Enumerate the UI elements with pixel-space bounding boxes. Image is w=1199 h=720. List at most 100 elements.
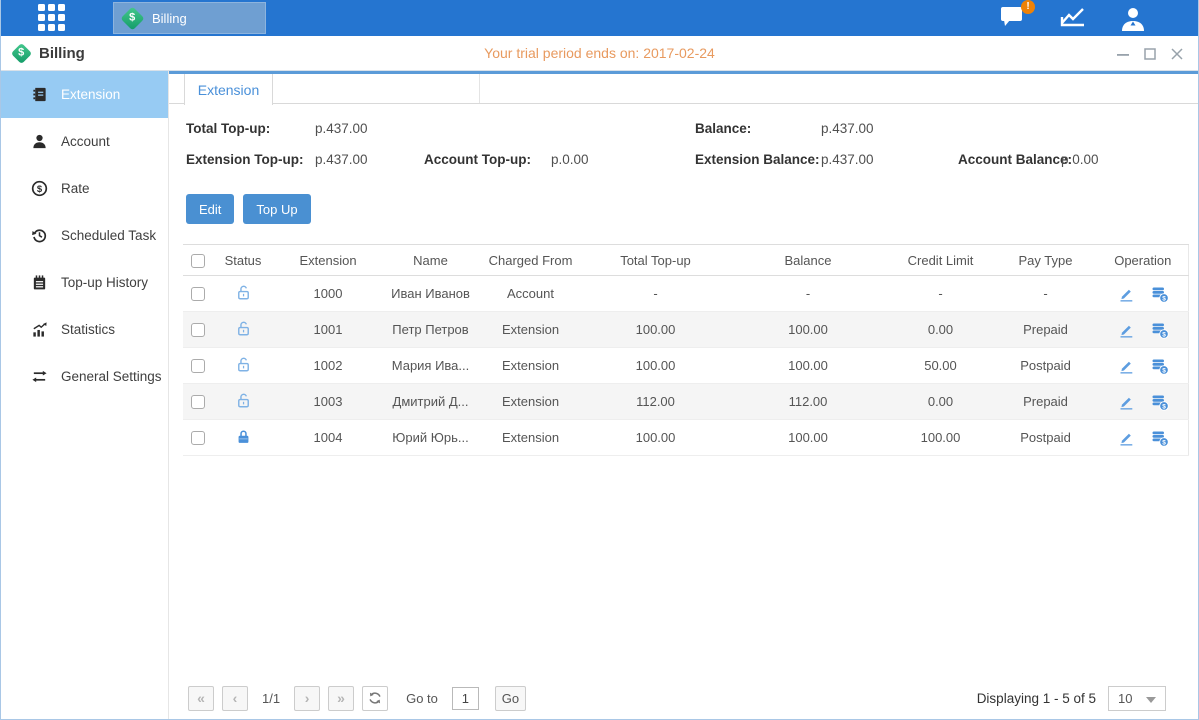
sidebar-label: Extension — [61, 87, 120, 102]
col-extension: Extension — [273, 245, 383, 276]
total-topup-cell: 100.00 — [583, 420, 728, 456]
row-checkbox[interactable] — [191, 323, 205, 337]
unlocked-icon — [235, 392, 252, 409]
sidebar-item-account[interactable]: Account — [1, 118, 168, 165]
edit-row-icon[interactable] — [1117, 429, 1135, 447]
first-page-button[interactable]: « — [188, 686, 214, 711]
edit-row-icon[interactable] — [1117, 357, 1135, 375]
balance-value: p.437.00 — [821, 121, 874, 136]
messages-icon[interactable]: ! — [1000, 5, 1028, 31]
top-up-row-icon[interactable]: $ — [1151, 357, 1169, 375]
credit-limit-cell: 50.00 — [888, 348, 993, 384]
table-row: 1003Дмитрий Д...Extension112.00112.000.0… — [183, 384, 1188, 420]
extension-balance-label: Extension Balance: — [695, 152, 820, 167]
rate-dollar-icon: $ — [31, 180, 48, 197]
statistics-chart-icon — [31, 321, 48, 338]
sidebar-item-scheduled-task[interactable]: Scheduled Task — [1, 212, 168, 259]
name-cell: Петр Петров — [383, 312, 478, 348]
svg-text:$: $ — [1162, 295, 1166, 302]
top-up-row-icon[interactable]: $ — [1151, 285, 1169, 303]
total-topup-cell: 100.00 — [583, 348, 728, 384]
sidebar-item-topup-history[interactable]: Top-up History — [1, 259, 168, 306]
extension-cell: 1003 — [273, 384, 383, 420]
table-header-row: Status Extension Name Charged From Total… — [183, 245, 1188, 276]
table-row: 1000Иван ИвановAccount----$ — [183, 276, 1188, 312]
resource-monitor-icon[interactable] — [1059, 5, 1087, 31]
scheduled-task-clock-icon — [31, 227, 48, 244]
charged-from-cell: Extension — [478, 348, 583, 384]
sidebar-item-statistics[interactable]: Statistics — [1, 306, 168, 353]
extension-balance-value: p.437.00 — [821, 152, 874, 167]
edit-row-icon[interactable] — [1117, 321, 1135, 339]
pagination-bar: « ‹ 1/1 › » Go to Go Displayi — [188, 685, 1166, 711]
credit-limit-cell: 0.00 — [888, 312, 993, 348]
maximize-icon[interactable] — [1143, 47, 1157, 61]
pay-type-cell: - — [993, 276, 1098, 312]
top-up-row-icon[interactable]: $ — [1151, 429, 1169, 447]
locked-icon — [235, 428, 252, 445]
pay-type-cell: Postpaid — [993, 348, 1098, 384]
sidebar-label: Scheduled Task — [61, 228, 156, 243]
refresh-button[interactable] — [362, 686, 388, 711]
edit-row-icon[interactable] — [1117, 285, 1135, 303]
tab-extension[interactable]: Extension — [184, 74, 273, 105]
sidebar-item-extension[interactable]: Extension — [1, 71, 168, 118]
go-button[interactable]: Go — [495, 686, 526, 711]
account-topup-value: p.0.00 — [551, 152, 589, 167]
total-topup-cell: - — [583, 276, 728, 312]
status-cell — [213, 348, 273, 384]
credit-limit-cell: - — [888, 276, 993, 312]
top-up-row-icon[interactable]: $ — [1151, 393, 1169, 411]
pay-type-cell: Prepaid — [993, 312, 1098, 348]
sidebar-label: Rate — [61, 181, 90, 196]
billing-summary: Total Top-up: p.437.00 Balance: p.437.00… — [169, 121, 1198, 168]
svg-text:$: $ — [37, 184, 43, 195]
credit-limit-cell: 100.00 — [888, 420, 993, 456]
sidebar-item-general-settings[interactable]: General Settings — [1, 353, 168, 400]
select-all-checkbox[interactable] — [191, 254, 205, 268]
unlocked-icon — [235, 356, 252, 373]
operation-cell: $ — [1098, 420, 1188, 455]
app-menu-icon[interactable] — [38, 4, 68, 32]
main-panel: Extension Total Top-up: p.437.00 Balance… — [169, 71, 1198, 719]
operation-cell: $ — [1098, 384, 1188, 419]
displaying-text: Displaying 1 - 5 of 5 — [977, 691, 1096, 706]
row-checkbox[interactable] — [191, 359, 205, 373]
prev-page-button[interactable]: ‹ — [222, 686, 248, 711]
taskbar-tab-billing[interactable]: $ Billing — [113, 2, 266, 34]
operation-cell: $ — [1098, 276, 1188, 311]
total-topup-value: p.437.00 — [315, 121, 368, 136]
extension-cell: 1001 — [273, 312, 383, 348]
goto-page-input[interactable] — [452, 687, 479, 710]
svg-text:$: $ — [1162, 439, 1166, 446]
svg-text:$: $ — [1162, 403, 1166, 410]
pay-type-cell: Prepaid — [993, 384, 1098, 420]
next-page-button[interactable]: › — [294, 686, 320, 711]
svg-text:$: $ — [1162, 367, 1166, 374]
row-checkbox[interactable] — [191, 287, 205, 301]
page-size-select[interactable]: 10 — [1108, 686, 1166, 711]
topup-history-notepad-icon — [31, 274, 48, 291]
tab-slot-divider — [479, 74, 480, 103]
taskbar-tab-label: Billing — [152, 11, 187, 26]
close-icon[interactable] — [1170, 47, 1184, 61]
name-cell: Дмитрий Д... — [383, 384, 478, 420]
last-page-button[interactable]: » — [328, 686, 354, 711]
edit-row-icon[interactable] — [1117, 393, 1135, 411]
total-topup-label: Total Top-up: — [186, 121, 270, 136]
total-topup-cell: 112.00 — [583, 384, 728, 420]
billing-app-icon: $ — [120, 6, 144, 30]
top-up-button[interactable]: Top Up — [243, 194, 310, 224]
status-cell — [213, 384, 273, 420]
sidebar-label: Account — [61, 134, 110, 149]
edit-button[interactable]: Edit — [186, 194, 234, 224]
user-account-icon[interactable] — [1119, 5, 1147, 31]
row-checkbox[interactable] — [191, 431, 205, 445]
top-up-row-icon[interactable]: $ — [1151, 321, 1169, 339]
sidebar-item-rate[interactable]: $ Rate — [1, 165, 168, 212]
row-checkbox[interactable] — [191, 395, 205, 409]
window-header: $ Billing Your trial period ends on: 201… — [1, 36, 1198, 71]
minimize-icon[interactable] — [1116, 47, 1130, 61]
notification-badge: ! — [1021, 0, 1035, 14]
status-cell — [213, 312, 273, 348]
